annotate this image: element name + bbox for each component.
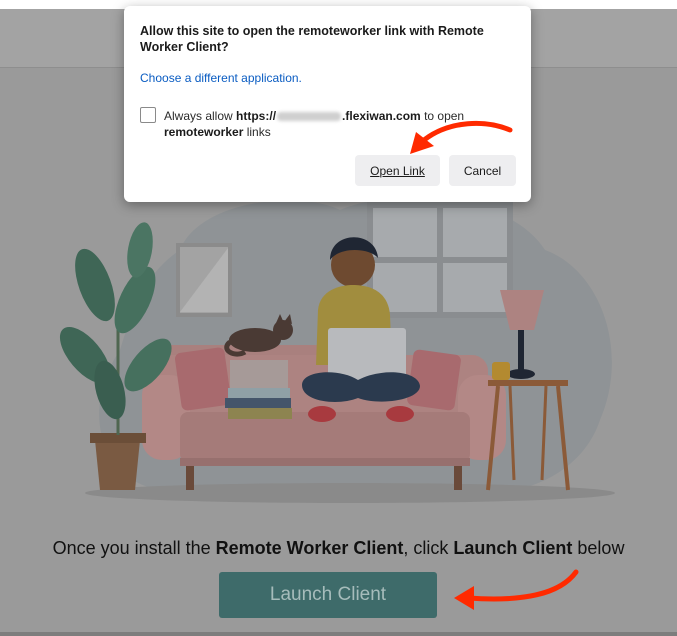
annotation-arrow-icon xyxy=(410,120,513,154)
install-instruction: Once you install the Remote Worker Clien… xyxy=(52,538,625,558)
open-link-button[interactable]: Open Link xyxy=(355,155,440,186)
cancel-button[interactable]: Cancel xyxy=(449,155,516,186)
dialog-title: Allow this site to open the remoteworker… xyxy=(140,24,484,54)
laptop-shape xyxy=(328,328,406,380)
plant-leaf xyxy=(75,248,115,322)
site-domain: https://.flexiwan.com xyxy=(236,109,421,123)
page-bottom-border xyxy=(0,632,677,636)
launch-client-button[interactable]: Launch Client xyxy=(219,572,437,618)
open-link-dialog: Allow this site to open the remoteworker… xyxy=(124,6,531,202)
blurred-subdomain xyxy=(277,112,342,122)
annotation-arrow-icon xyxy=(454,569,579,610)
remote-worker-illustration xyxy=(59,197,615,503)
choose-application-link[interactable]: Choose a different application. xyxy=(140,71,302,85)
plant-pot xyxy=(95,440,140,490)
checkbox-unchecked-icon[interactable] xyxy=(140,107,156,123)
side-table xyxy=(488,380,568,386)
cushion-left xyxy=(174,347,232,411)
mug-shape xyxy=(492,362,510,380)
